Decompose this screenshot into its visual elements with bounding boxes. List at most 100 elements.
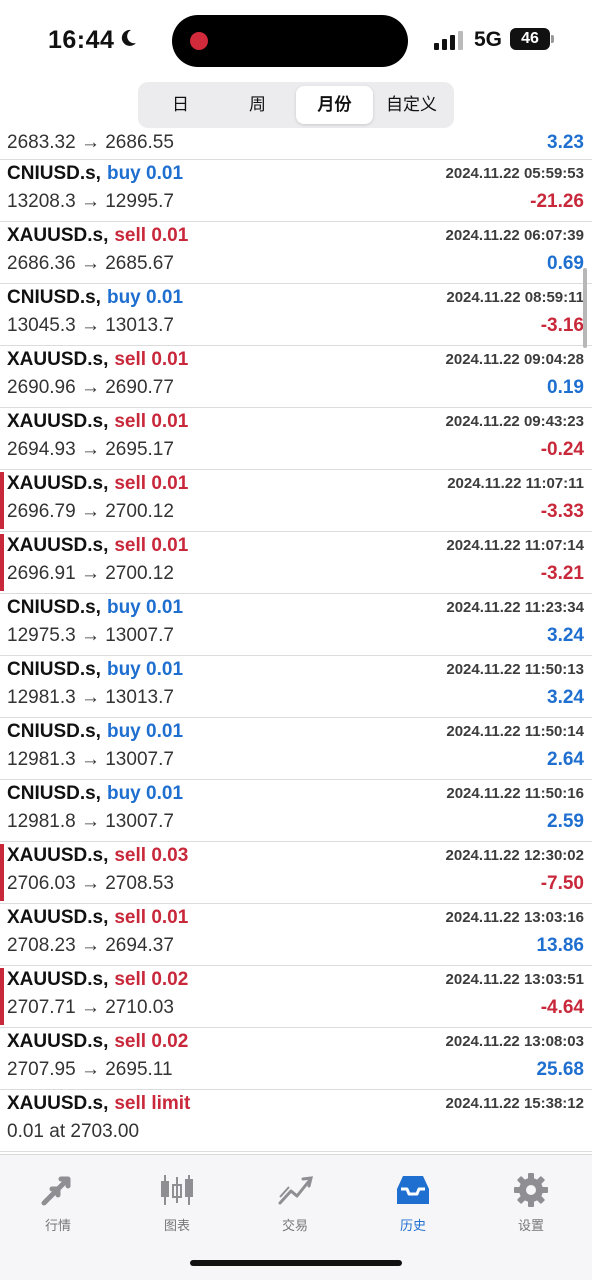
- status-time: 16:44: [48, 26, 115, 54]
- deal-prices: 12975.3 → 13007.7: [7, 625, 174, 646]
- deal-profit: -3.33: [540, 501, 584, 522]
- deal-datetime: 2024.11.22 11:50:13: [446, 661, 584, 678]
- list-item[interactable]: CNIUSD.s, buy 0.01 2024.11.22 11:50:14 1298…: [0, 718, 592, 780]
- deal-symbol: XAUUSD.s,: [7, 535, 109, 556]
- list-item[interactable]: 2683.32 → 2686.55 3.23: [0, 134, 592, 160]
- deal-side: sell 0.01: [114, 473, 189, 494]
- list-item[interactable]: XAUUSD.s, sell 0.01 2024.11.22 11:07:14 269…: [0, 532, 592, 594]
- home-indicator[interactable]: [190, 1260, 402, 1266]
- period-segmented-control: 日 周 月份 自定义: [138, 82, 454, 128]
- deal-profit: -3.21: [540, 563, 584, 584]
- deal-prices: 2694.93 → 2695.17: [7, 439, 174, 460]
- deal-symbol: CNIUSD.s,: [7, 721, 101, 742]
- list-item[interactable]: XAUUSD.s, sell 0.01 2024.11.22 09:04:28 269…: [0, 346, 592, 408]
- deal-side: buy 0.01: [106, 783, 184, 804]
- recording-indicator-icon: [190, 32, 208, 50]
- list-item[interactable]: XAUUSD.s, sell limit 2024.11.22 15:38:12 0.…: [0, 1090, 592, 1152]
- tab-label: 行情: [44, 1218, 71, 1233]
- list-item[interactable]: XAUUSD.s, sell 0.01 2024.11.22 13:03:16 270…: [0, 904, 592, 966]
- deal-symbol: XAUUSD.s,: [7, 349, 109, 370]
- deal-prices: 13208.3 → 12995.7: [7, 191, 174, 212]
- deal-symbol: CNIUSD.s,: [7, 287, 101, 308]
- deal-profit: -4.64: [540, 997, 584, 1018]
- battery-cap: [551, 35, 554, 43]
- deal-side: buy 0.01: [106, 597, 184, 618]
- deal-symbol: XAUUSD.s,: [7, 907, 109, 928]
- deal-prices: 2686.36 → 2685.67: [7, 253, 174, 274]
- list-item[interactable]: XAUUSD.s, sell 0.01 2024.11.22 09:43:23 269…: [0, 408, 592, 470]
- list-item[interactable]: XAUUSD.s, sell 0.02 2024.11.22 13:03:51 270…: [0, 966, 592, 1028]
- deal-prices: 12981.3 → 13007.7: [7, 749, 174, 770]
- list-item[interactable]: XAUUSD.s, sell 0.01 2024.11.22 06:07:39 268…: [0, 222, 592, 284]
- deal-datetime: 2024.11.22 15:38:12: [445, 1095, 584, 1112]
- list-item[interactable]: CNIUSD.s, buy 0.01 2024.11.22 11:50:13 1298…: [0, 656, 592, 718]
- deal-datetime: 2024.11.22 11:07:11: [447, 475, 584, 492]
- deal-profit: 25.68: [536, 1059, 584, 1080]
- deal-side: sell limit: [114, 1093, 191, 1114]
- list-item[interactable]: CNIUSD.s, buy 0.01 2024.11.22 11:23:34 1297…: [0, 594, 592, 656]
- deal-profit: 2.64: [547, 749, 584, 770]
- deal-symbol: XAUUSD.s,: [7, 1093, 109, 1114]
- tab-trade[interactable]: 交易: [255, 1173, 335, 1234]
- deal-prices: 0.01 at 2703.00: [7, 1121, 140, 1142]
- tab-history[interactable]: 历史: [373, 1173, 453, 1234]
- list-item[interactable]: XAUUSD.s, sell 0.03 2024.11.22 12:30:02 270…: [0, 842, 592, 904]
- history-inbox-icon: [397, 1176, 429, 1204]
- deal-prices: 12981.3 → 13013.7: [7, 687, 174, 708]
- deal-side: sell 0.01: [114, 225, 189, 246]
- deal-side: buy 0.01: [106, 721, 184, 742]
- history-list[interactable]: 2683.32 → 2686.55 3.23 CNIUSD.s, buy 0.01…: [0, 134, 592, 1154]
- list-item[interactable]: XAUUSD.s, sell 0.01 2024.11.22 11:07:11 269…: [0, 470, 592, 532]
- deal-side: buy 0.01: [106, 659, 184, 680]
- list-item[interactable]: CNIUSD.s, buy 0.01 2024.11.22 11:50:16 1298…: [0, 780, 592, 842]
- list-item[interactable]: XAUUSD.s, sell 0.02 2024.11.22 13:08:03 270…: [0, 1028, 592, 1090]
- deal-side: sell 0.03: [114, 845, 189, 866]
- battery-icon: 46: [510, 28, 550, 50]
- deal-side: buy 0.01: [106, 287, 184, 308]
- tab-label: 设置: [517, 1218, 544, 1233]
- deal-side: sell 0.02: [114, 1031, 189, 1052]
- deal-side: sell 0.01: [114, 907, 189, 928]
- status-bar: 16:44 5G 46: [0, 0, 592, 80]
- deal-profit: 3.23: [547, 134, 584, 153]
- deal-symbol: CNIUSD.s,: [7, 783, 101, 804]
- tab-chart[interactable]: 图表: [137, 1173, 217, 1234]
- deal-datetime: 2024.11.22 11:07:14: [446, 537, 584, 554]
- deal-profit: -3.16: [540, 315, 584, 336]
- segment-week[interactable]: 周: [219, 86, 296, 124]
- deal-profit: 0.19: [547, 377, 584, 398]
- cellular-signal-icon: [434, 30, 464, 50]
- deal-datetime: 2024.11.22 13:03:16: [445, 909, 584, 926]
- trade-trend-icon: [278, 1176, 313, 1205]
- tab-label: 交易: [281, 1218, 308, 1233]
- deal-datetime: 2024.11.22 11:23:34: [446, 599, 584, 616]
- period-selector-bar: 日 周 月份 自定义: [0, 80, 592, 134]
- scroll-indicator[interactable]: [583, 268, 587, 348]
- deal-datetime: 2024.11.22 09:43:23: [445, 413, 584, 430]
- deal-profit: -0.24: [540, 439, 584, 460]
- deal-side: sell 0.01: [114, 349, 189, 370]
- segment-custom[interactable]: 自定义: [373, 86, 450, 124]
- deal-prices: 2706.03 → 2708.53: [7, 873, 174, 894]
- tab-quotes[interactable]: 行情: [18, 1173, 98, 1234]
- deal-prices: 2707.71 → 2710.03: [7, 997, 174, 1018]
- list-item[interactable]: CNIUSD.s, buy 0.01 2024.11.22 08:59:11 1304…: [0, 284, 592, 346]
- segment-day[interactable]: 日: [142, 86, 219, 124]
- deal-datetime: 2024.11.22 12:30:02: [445, 847, 584, 864]
- tab-label: 历史: [399, 1218, 426, 1233]
- deal-profit: -7.50: [540, 873, 584, 894]
- tab-settings[interactable]: 设置: [491, 1173, 571, 1234]
- deal-symbol: XAUUSD.s,: [7, 225, 109, 246]
- deal-side: sell 0.02: [114, 969, 189, 990]
- deal-prices: 2683.32 → 2686.55: [7, 134, 174, 153]
- deal-datetime: 2024.11.22 09:04:28: [445, 351, 584, 368]
- deal-side: sell 0.01: [114, 535, 189, 556]
- deal-prices: 2696.79 → 2700.12: [7, 501, 174, 522]
- list-item[interactable]: CNIUSD.s, buy 0.01 2024.11.22 05:59:53 1320…: [0, 160, 592, 222]
- segment-month[interactable]: 月份: [296, 86, 373, 124]
- deal-datetime: 2024.11.22 13:03:51: [445, 971, 584, 988]
- deal-prices: 13045.3 → 13013.7: [7, 315, 174, 336]
- deal-prices: 12981.8 → 13007.7: [7, 811, 174, 832]
- deal-profit: -21.26: [530, 191, 584, 212]
- deal-symbol: CNIUSD.s,: [7, 659, 101, 680]
